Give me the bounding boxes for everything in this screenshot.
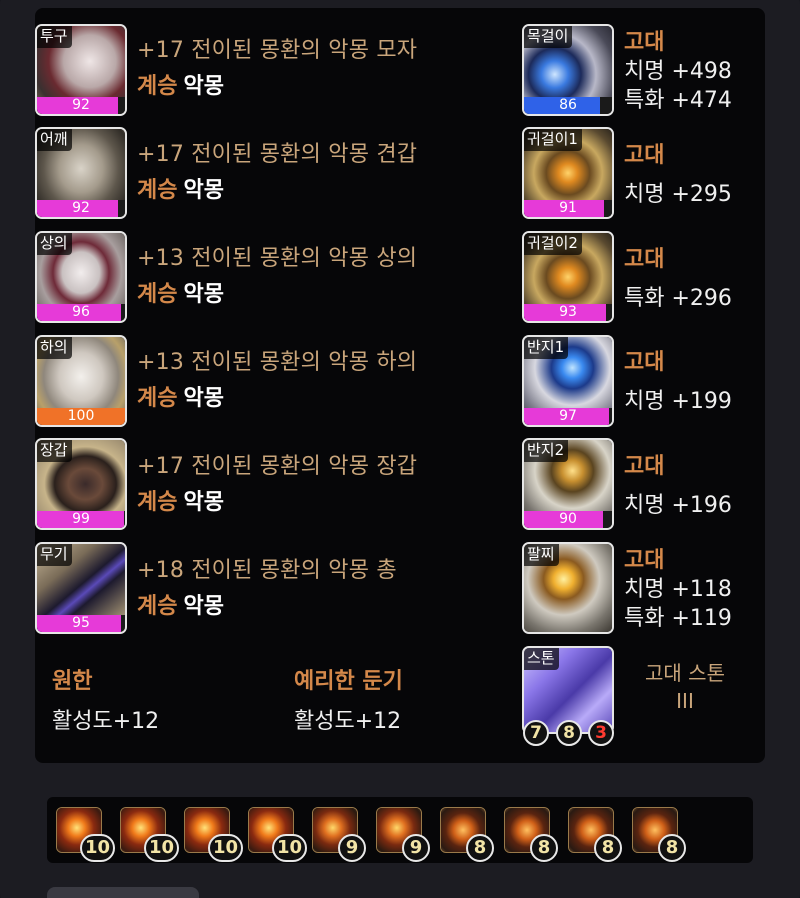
slot-label: 귀걸이1 [524,129,582,151]
gem-level: 9 [402,834,430,862]
slot-label: 스톤 [524,648,559,670]
quality-value: 100 [67,408,95,424]
slot-label: 장갑 [37,440,72,462]
equip-slot-weapon[interactable]: 무기 95 [35,542,127,634]
slot-label: 팔찌 [524,544,559,566]
acc-stat: 치명 +118 [624,577,732,602]
gem-level: 10 [80,834,116,862]
quality-value: 90 [559,511,577,527]
gem-level: 8 [658,834,686,862]
acc-grade: 고대 [624,350,665,375]
slot-label: 반지2 [524,440,569,462]
quality-value: 96 [72,304,90,320]
acc-grade: 고대 [624,143,665,168]
acc-slot-earring1[interactable]: 귀걸이1 91 [522,127,614,219]
equip-name: +18 전이된 몽환의 악몽 총 [137,558,397,583]
equip-name: +17 전이된 몽환의 악몽 장갑 [137,454,418,479]
equip-grade: 계승 [137,282,178,307]
engraving-name: 원한 [52,669,93,694]
stone-tier: III [676,689,694,713]
quality-value: 93 [559,304,577,320]
equip-set: 악몽 [183,490,224,515]
equip-grade: 계승 [137,74,178,99]
equip-set-line: 계승 악몽 [137,68,224,100]
stone-level-1: 7 [523,720,549,746]
slot-label: 상의 [37,233,72,255]
acc-slot-necklace[interactable]: 목걸이 86 [522,24,614,116]
acc-stat: 치명 +498 [624,59,732,84]
stone-grade: 고대 스톤 [645,661,725,685]
quality-value: 95 [72,615,90,631]
acc-slot-ring1[interactable]: 반지1 97 [522,335,614,427]
quality-value: 99 [72,511,90,527]
gem-level: 9 [338,834,366,862]
engraving-value: 활성도+12 [294,709,402,734]
engraving-name: 예리한 둔기 [294,669,403,694]
gem-level: 10 [144,834,180,862]
gem-level: 8 [530,834,558,862]
bottom-tab-button[interactable] [47,887,199,898]
gem-level: 10 [272,834,308,862]
equip-set: 악몽 [183,594,224,619]
quality-value: 92 [72,200,90,216]
equip-slot-helmet[interactable]: 투구 92 [35,24,127,116]
acc-slot-earring2[interactable]: 귀걸이2 93 [522,231,614,323]
equip-set-line: 계승 악몽 [137,484,224,516]
quality-value: 91 [559,200,577,216]
acc-grade: 고대 [624,548,665,573]
acc-stat: 특화 +296 [624,286,732,311]
equip-set: 악몽 [183,178,224,203]
equip-slot-gloves[interactable]: 장갑 99 [35,438,127,530]
gem-level: 8 [466,834,494,862]
quality-value: 92 [72,97,90,113]
acc-slot-bracelet[interactable]: 팔찌 [522,542,614,634]
equip-grade: 계승 [137,178,178,203]
engraving-value: 활성도+12 [52,709,160,734]
stone-level-2: 8 [556,720,582,746]
equip-name: +13 전이된 몽환의 악몽 상의 [137,246,418,271]
slot-label: 귀걸이2 [524,233,582,255]
acc-grade: 고대 [624,454,665,479]
slot-label: 무기 [37,544,72,566]
acc-slot-ring2[interactable]: 반지2 90 [522,438,614,530]
slot-label: 하의 [37,337,72,359]
stone-level-penalty: 3 [588,720,614,746]
equip-grade: 계승 [137,490,178,515]
equip-grade: 계승 [137,594,178,619]
acc-stat: 치명 +196 [624,493,732,518]
equip-set: 악몽 [183,386,224,411]
equip-slot-shoulder[interactable]: 어깨 92 [35,127,127,219]
slot-label: 투구 [37,26,72,48]
acc-grade: 고대 [624,247,665,272]
equip-set: 악몽 [183,74,224,99]
slot-label: 어깨 [37,129,72,151]
equip-set-line: 계승 악몽 [137,588,224,620]
equip-grade: 계승 [137,386,178,411]
equip-slot-chest[interactable]: 상의 96 [35,231,127,323]
equip-set: 악몽 [183,282,224,307]
acc-stat: 치명 +295 [624,182,732,207]
acc-stat: 특화 +474 [624,88,732,113]
slot-label: 목걸이 [524,26,573,48]
slot-label: 반지1 [524,337,569,359]
equip-slot-pants[interactable]: 하의 100 [35,335,127,427]
acc-grade: 고대 [624,30,665,55]
gem-level: 10 [208,834,244,862]
equip-set-line: 계승 악몽 [137,380,224,412]
equip-name: +17 전이된 몽환의 악몽 견갑 [137,142,418,167]
equip-name: +13 전이된 몽환의 악몽 하의 [137,350,418,375]
equip-set-line: 계승 악몽 [137,276,224,308]
quality-value: 97 [559,408,577,424]
equip-set-line: 계승 악몽 [137,172,224,204]
equip-name: +17 전이된 몽환의 악몽 모자 [137,38,418,63]
acc-stat: 치명 +199 [624,389,732,414]
quality-value: 86 [559,97,577,113]
acc-stat: 특화 +119 [624,606,732,631]
gem-level: 8 [594,834,622,862]
